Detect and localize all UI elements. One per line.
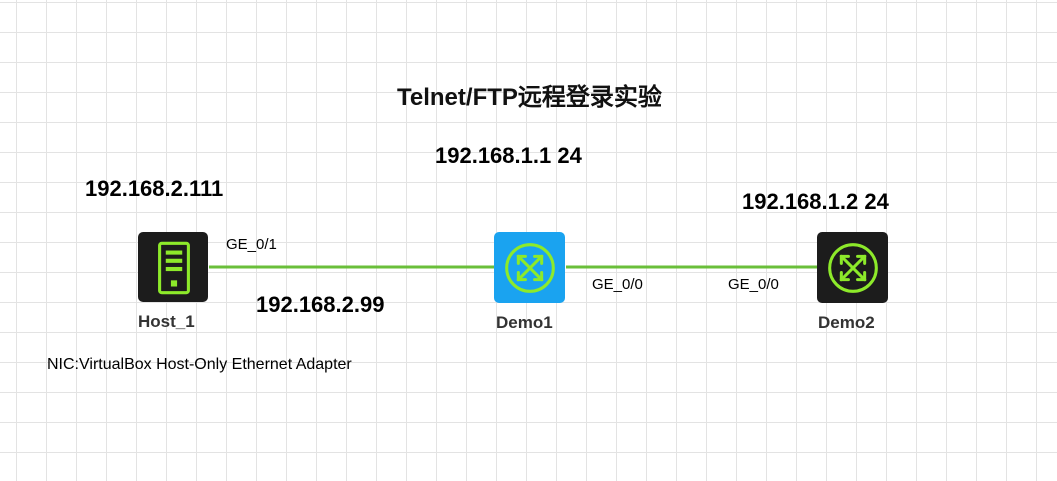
host1-ip-label: 192.168.2.111 (85, 176, 224, 201)
host1-label: Host_1 (138, 312, 195, 331)
demo2-label: Demo2 (818, 313, 875, 332)
host1-port-label: GE_0/1 (226, 236, 277, 253)
host1-nic-note: NIC:VirtualBox Host-Only Ethernet Adapte… (47, 356, 352, 373)
demo2-port-label: GE_0/0 (728, 276, 779, 293)
demo2-ip-label: 192.168.1.2 24 (742, 189, 889, 214)
demo1-device[interactable] (494, 232, 565, 303)
demo1-label: Demo1 (496, 313, 553, 332)
host1-device[interactable] (138, 232, 208, 302)
server-icon (158, 241, 190, 295)
diagram-title: Telnet/FTP远程登录实验 (397, 84, 662, 111)
link1-ip-label: 192.168.2.99 (256, 292, 385, 317)
router-icon (828, 243, 878, 293)
demo1-ip-label: 192.168.1.1 24 (435, 143, 582, 168)
switch-icon (505, 243, 555, 293)
demo1-port-label: GE_0/0 (592, 276, 643, 293)
demo2-device[interactable] (817, 232, 888, 303)
